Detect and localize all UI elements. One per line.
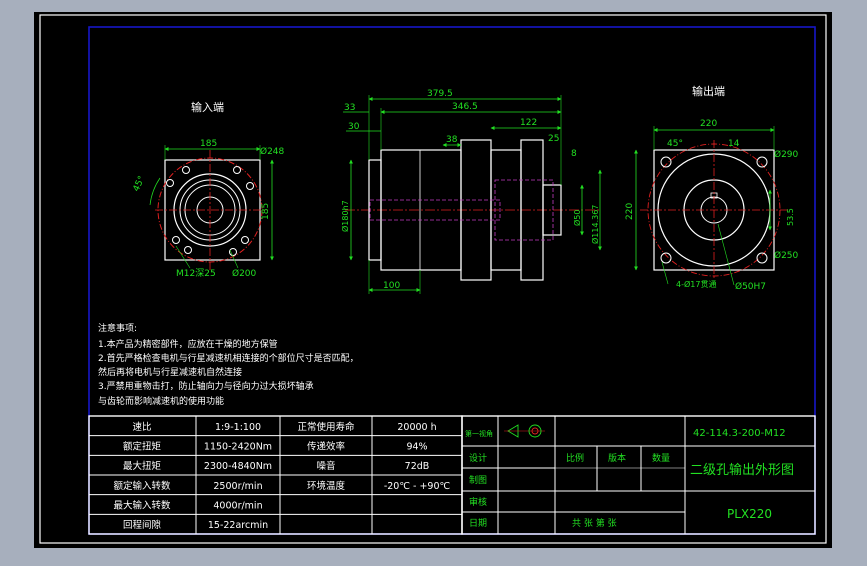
- dim-33: 33: [344, 103, 355, 113]
- dim-input-pilot: Ø200: [232, 268, 257, 279]
- dim-114: Ø114.367: [590, 205, 600, 244]
- spec-cell-k1: 额定扭矩: [123, 440, 162, 452]
- spec-cell-v1: 2300-4840Nm: [204, 461, 272, 472]
- note-line-5: 与齿轮而影响减速机的使用功能: [98, 395, 224, 407]
- dim-30: 30: [348, 122, 360, 132]
- tb-scale: 比例: [566, 452, 584, 464]
- tb-drawing-no: 42-114.3-200-M12: [693, 428, 786, 439]
- dim-input-bolt: M12深25: [176, 268, 216, 279]
- spec-cell-k1: 最大扭矩: [123, 460, 162, 472]
- cad-viewport: 输入端 输出端 185 185 Ø248 45° M12深25 Ø200 379…: [0, 0, 867, 562]
- spec-cell-k1: 速比: [132, 421, 151, 433]
- notes-title: 注意事项:: [98, 322, 137, 334]
- dim-output-14: 14: [728, 139, 740, 149]
- spec-cell-k2: 环境温度: [307, 480, 346, 492]
- spec-cell-v1: 1:9-1:100: [215, 422, 261, 433]
- dim-8: 8: [571, 149, 577, 159]
- dim-output-height: 220: [625, 203, 635, 220]
- spec-cell-v2: 72dB: [405, 461, 430, 472]
- output-end-label: 输出端: [692, 84, 725, 98]
- dim-input-hole-circle: Ø248: [260, 146, 285, 157]
- dim-25: 25: [548, 134, 559, 144]
- spec-cell-v1: 2500r/min: [213, 481, 262, 492]
- spec-cell-v1: 15-22arcmin: [208, 520, 268, 531]
- dim-input-width: 185: [200, 139, 217, 149]
- dim-output-290: Ø290: [774, 149, 799, 160]
- note-line-1: 1.本产品为精密部件，应放在干燥的地方保管: [98, 338, 278, 350]
- dim-output-angle: 45°: [667, 139, 683, 149]
- dim-output-250: Ø250: [774, 250, 799, 261]
- spec-cell-k1: 额定输入转数: [113, 480, 171, 492]
- dim-100: 100: [383, 281, 400, 291]
- tb-design: 设计: [469, 452, 487, 464]
- dim-38: 38: [446, 135, 458, 145]
- dim-output-50h7: Ø50H7: [735, 281, 766, 292]
- spec-cell-k1: 回程间隙: [123, 519, 162, 531]
- dim-motor-pilot: Ø180h7: [340, 200, 350, 232]
- note-line-3: 然后再将电机与行星减速机自然连接: [98, 366, 242, 378]
- spec-cell-v2: 94%: [406, 441, 427, 452]
- tb-version: 版本: [608, 452, 626, 464]
- spec-cell-k1: 最大输入转数: [113, 499, 171, 511]
- spec-cell-v1: 4000r/min: [213, 500, 262, 511]
- spec-cell-k2: 噪音: [316, 460, 335, 472]
- dim-overall-length: 379.5: [427, 89, 453, 99]
- tb-projection: 第一视角: [465, 429, 493, 438]
- dim-body-length: 346.5: [452, 102, 478, 112]
- dim-output-width: 220: [700, 119, 717, 129]
- dim-output-53: 53.5: [786, 208, 795, 226]
- dim-output-holes: 4-Ø17贯通: [676, 279, 716, 289]
- spec-cell-k2: 正常使用寿命: [297, 421, 355, 433]
- spec-cell-v2: -20℃ - +90℃: [384, 481, 451, 492]
- tb-quantity: 数量: [652, 452, 670, 464]
- tb-drawing-name: 二级孔输出外形图: [690, 462, 794, 478]
- note-line-2: 2.首先严格检查电机与行星减速机相连接的个部位尺寸是否匹配，: [98, 352, 359, 364]
- tb-review: 审核: [469, 496, 487, 508]
- tb-model: PLX220: [727, 507, 772, 521]
- dim-122: 122: [520, 118, 537, 128]
- note-line-4: 3.严禁用重物击打，防止轴向力与径向力过大损坏轴承: [98, 380, 314, 392]
- tb-sheets: 共 张 第 张: [572, 517, 617, 529]
- spec-cell-k2: 传递效率: [307, 440, 346, 452]
- dim-input-height: 185: [261, 203, 271, 220]
- spec-cell-v1: 1150-2420Nm: [204, 441, 272, 452]
- dim-shaft: Ø50: [572, 210, 582, 226]
- tb-date2: 日期: [469, 518, 487, 529]
- input-end-label: 输入端: [191, 100, 224, 114]
- spec-cell-v2: 20000 h: [397, 422, 436, 433]
